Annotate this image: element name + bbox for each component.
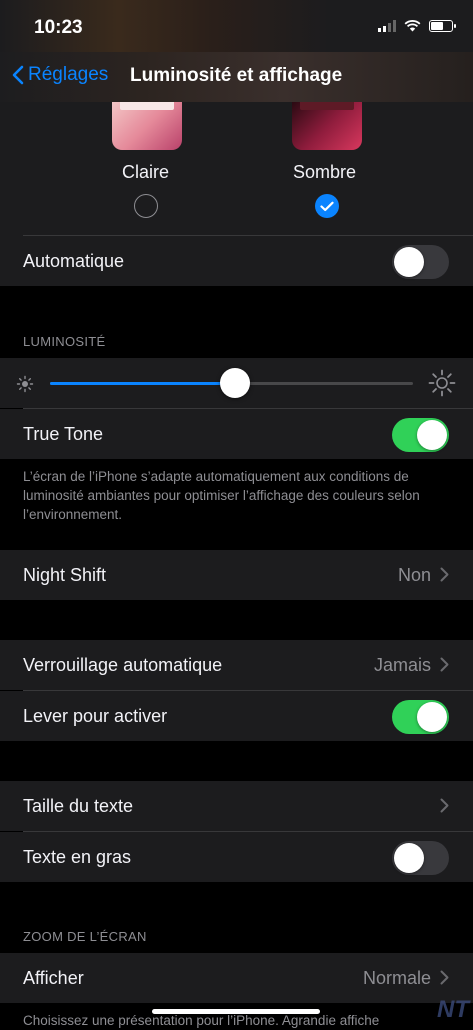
auto-lock-value: Jamais (373, 655, 431, 675)
watermark-logo: NT (437, 996, 469, 1023)
home-indicator[interactable] (152, 1009, 320, 1014)
view-value: Normale (362, 968, 431, 988)
bold-text-label: Texte en gras (23, 847, 132, 867)
bold-text-row[interactable]: Texte en gras (0, 832, 473, 882)
raise-to-wake-toggle[interactable] (392, 700, 449, 734)
brightness-slider-row (0, 358, 473, 408)
display-zoom-header: ZOOM DE L’ÉCRAN (23, 929, 147, 944)
view-label: Afficher (23, 968, 84, 988)
light-mode-label[interactable]: Claire (122, 162, 169, 183)
divider (23, 831, 473, 832)
chevron-right-icon (440, 798, 449, 813)
cellular-signal-icon (378, 20, 396, 32)
back-button[interactable]: Réglages (12, 64, 108, 86)
status-bar: 10:23 (0, 0, 473, 52)
true-tone-row[interactable]: True Tone (0, 409, 473, 459)
navigation-bar: Réglages Luminosité et affichage (0, 52, 473, 102)
brightness-header: LUMINOSITÉ (23, 334, 106, 349)
automatic-toggle[interactable] (392, 245, 449, 279)
true-tone-toggle[interactable] (392, 418, 449, 452)
text-size-row[interactable]: Taille du texte (0, 781, 473, 831)
status-icons (378, 20, 456, 32)
raise-to-wake-label: Lever pour activer (23, 706, 168, 726)
divider (23, 690, 473, 691)
night-shift-value: Non (397, 565, 431, 585)
page-title: Luminosité et affichage (130, 65, 343, 86)
auto-lock-label: Verrouillage automatique (23, 655, 223, 675)
dark-mode-preview[interactable] (292, 102, 362, 150)
back-label: Réglages (28, 64, 109, 85)
appearance-section: Claire Sombre Automatique (0, 102, 473, 286)
night-shift-label: Night Shift (23, 565, 107, 585)
true-tone-label: True Tone (23, 424, 104, 444)
chevron-right-icon (440, 970, 449, 985)
brightness-slider-thumb[interactable] (220, 368, 251, 398)
light-mode-preview[interactable] (112, 102, 182, 150)
automatic-label: Automatique (23, 251, 125, 271)
dark-mode-label[interactable]: Sombre (293, 162, 356, 183)
view-row[interactable]: Afficher Normale (0, 953, 473, 1003)
night-shift-row[interactable]: Night Shift Non (0, 550, 473, 600)
chevron-left-icon (12, 65, 24, 85)
checkmark-icon (320, 201, 334, 211)
chevron-right-icon (440, 567, 449, 582)
true-tone-description: L’écran de l’iPhone s’adapte automatique… (23, 469, 420, 522)
light-mode-radio[interactable] (134, 194, 158, 218)
chevron-right-icon (440, 657, 449, 672)
bold-text-toggle[interactable] (392, 841, 449, 875)
raise-to-wake-row[interactable]: Lever pour activer (0, 691, 473, 741)
text-size-label: Taille du texte (23, 796, 134, 816)
brightness-low-icon (16, 375, 34, 393)
battery-icon (429, 20, 456, 32)
brightness-high-icon (428, 369, 456, 397)
dark-mode-radio[interactable] (315, 194, 339, 218)
divider (23, 408, 473, 409)
status-time: 10:23 (34, 17, 83, 38)
wifi-icon (404, 20, 421, 32)
automatic-row[interactable]: Automatique (0, 236, 473, 286)
auto-lock-row[interactable]: Verrouillage automatique Jamais (0, 640, 473, 690)
